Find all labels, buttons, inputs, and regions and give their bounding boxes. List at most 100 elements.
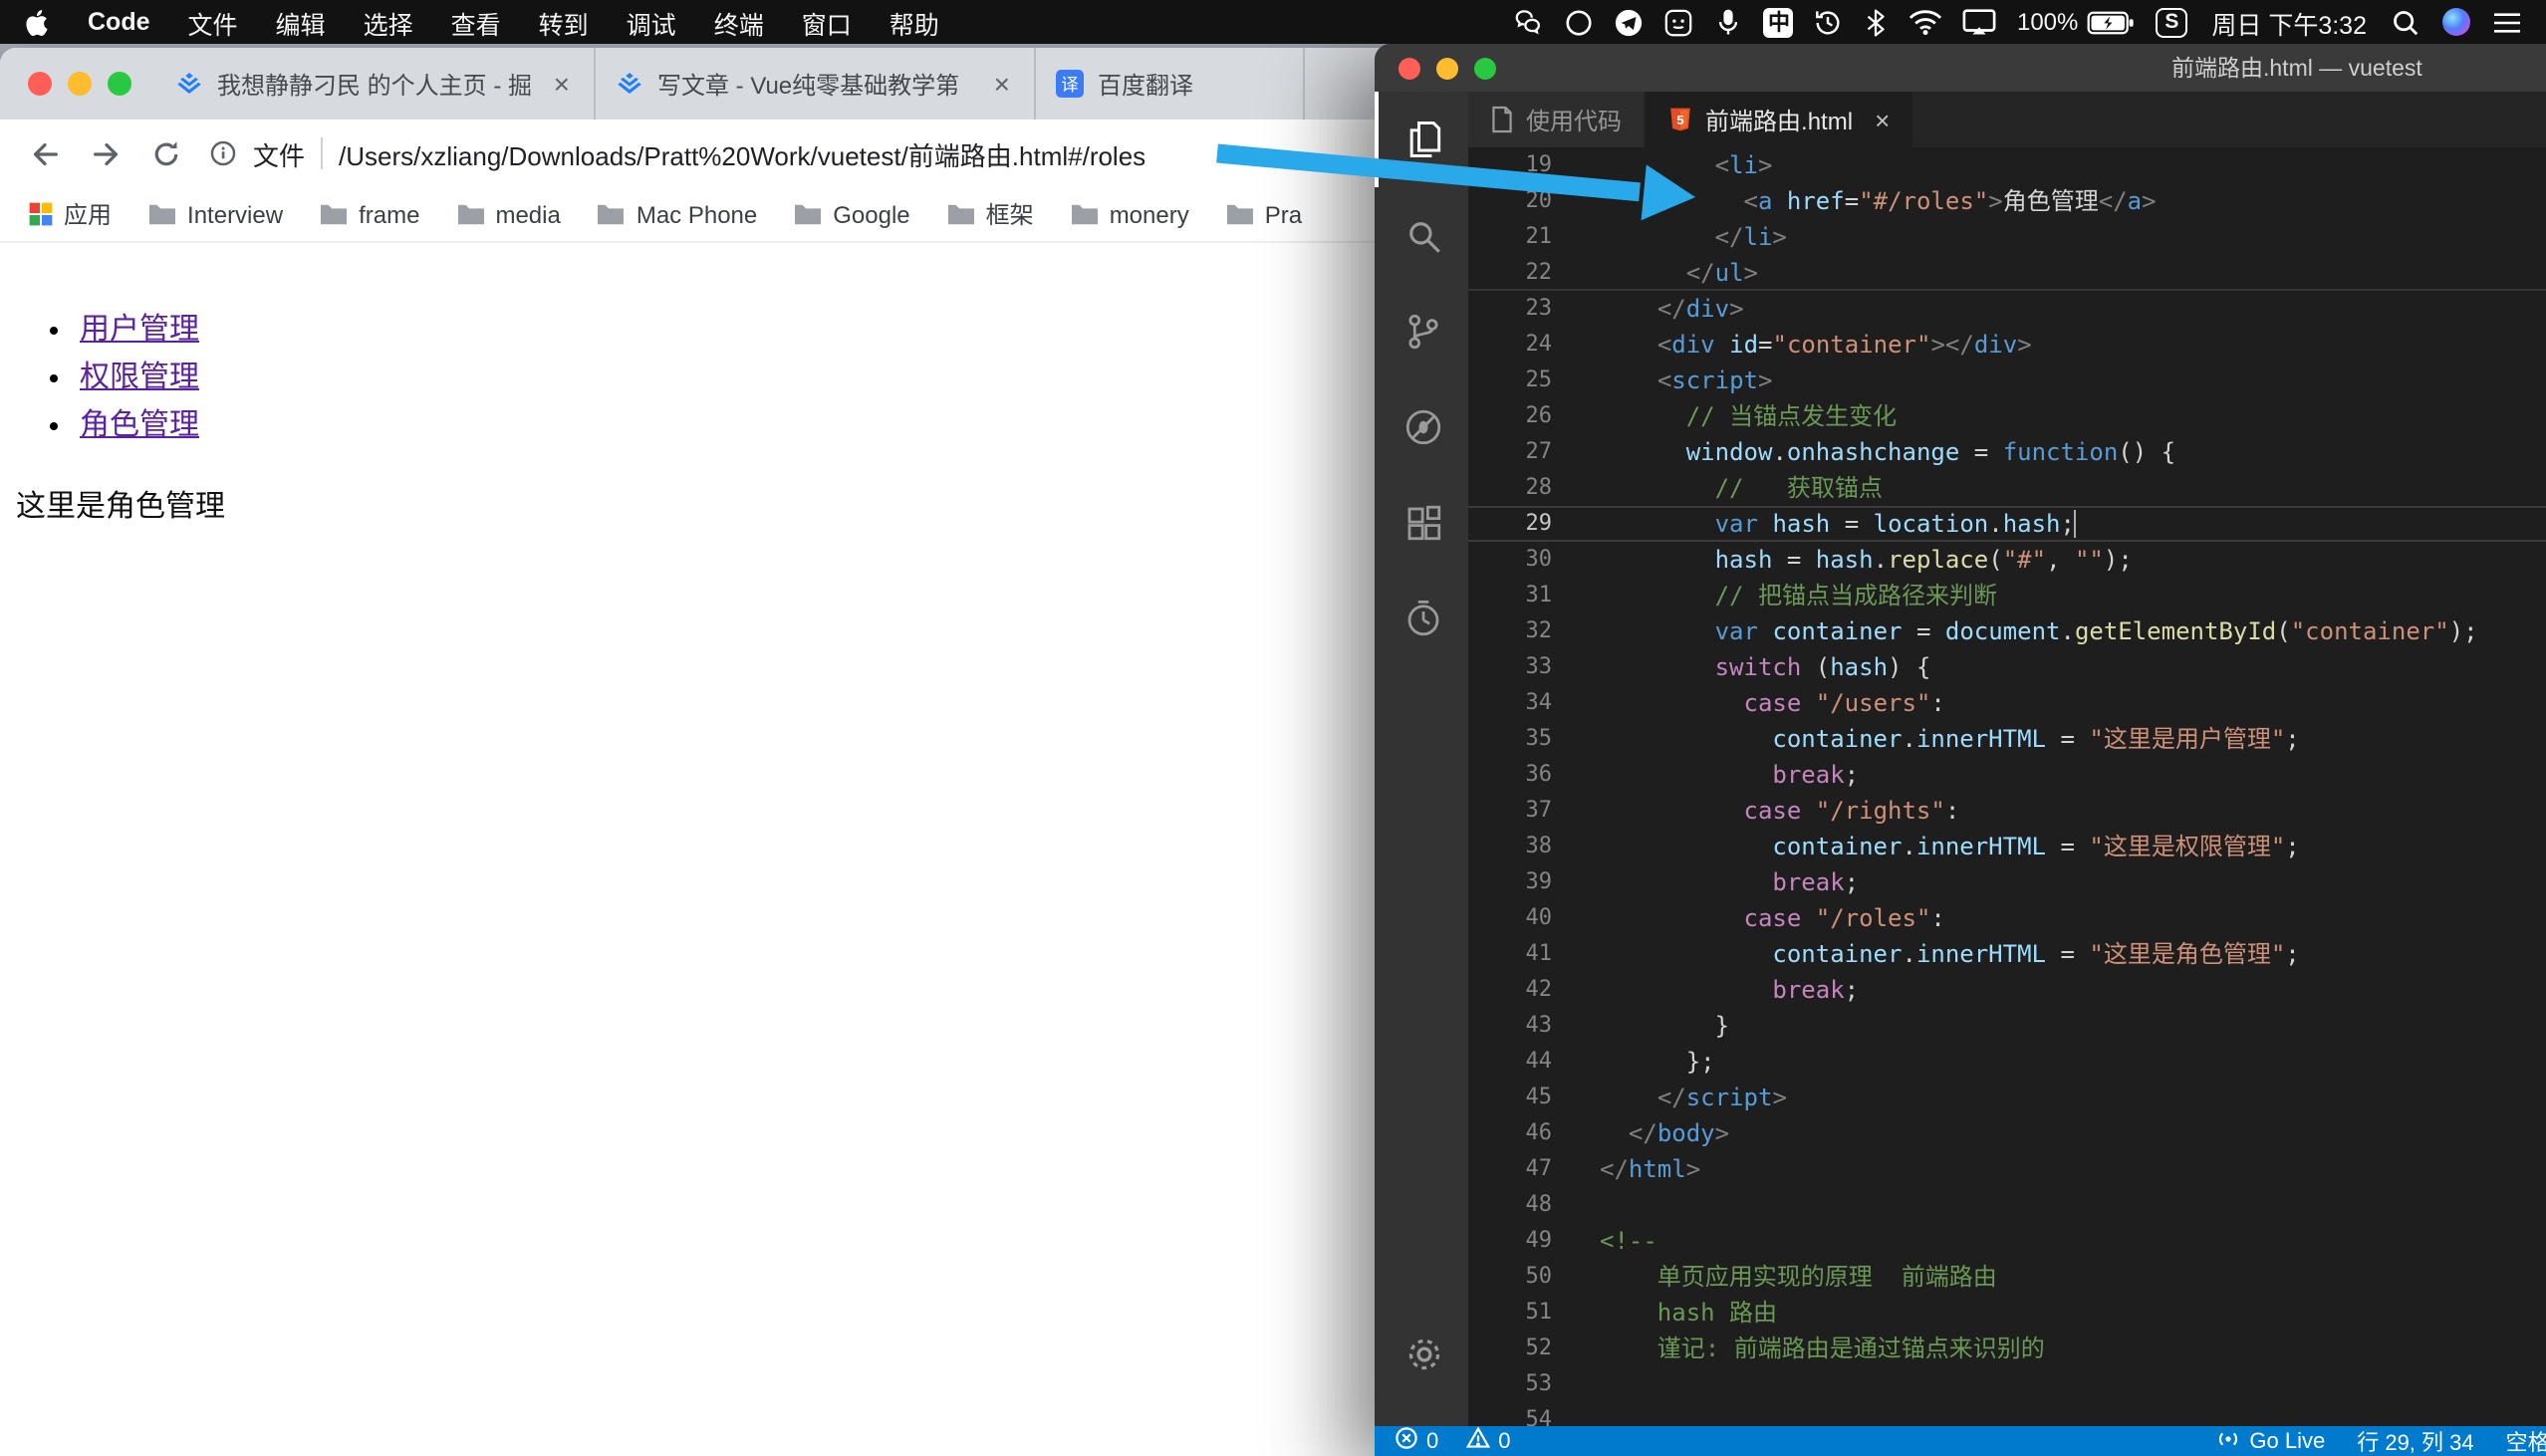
extensions-icon[interactable] <box>1375 474 1468 570</box>
code-line-51[interactable]: 51 hash 路由 <box>1468 1295 2546 1331</box>
route-link[interactable]: 权限管理 <box>80 361 199 394</box>
go-live-button[interactable]: Go Live <box>2215 1425 2325 1456</box>
menu-窗口[interactable]: 窗口 <box>802 3 852 41</box>
active-app-name[interactable]: Code <box>88 8 150 36</box>
menubar-clock[interactable]: 周日 下午3:32 <box>2211 3 2367 41</box>
code-line-43[interactable]: 43 } <box>1468 1008 2546 1044</box>
browser-tab[interactable]: 译百度翻译 <box>1036 48 1305 120</box>
code-line-47[interactable]: 47 </html> <box>1468 1151 2546 1187</box>
siri-icon[interactable] <box>2440 6 2472 38</box>
forward-icon[interactable] <box>90 136 124 170</box>
gear-icon[interactable] <box>1375 1307 1468 1402</box>
minimize-button[interactable] <box>68 72 92 96</box>
zoom-button[interactable] <box>1474 57 1496 79</box>
timer-icon[interactable] <box>1375 570 1468 665</box>
code-line-46[interactable]: 46 </body> <box>1468 1115 2546 1151</box>
code-line-39[interactable]: 39 break; <box>1468 864 2546 900</box>
code-line-36[interactable]: 36 break; <box>1468 757 2546 793</box>
tab-close-icon[interactable]: × <box>1875 105 1890 134</box>
code-line-33[interactable]: 33 switch (hash) { <box>1468 649 2546 685</box>
history-icon[interactable] <box>1814 7 1844 37</box>
code-line-42[interactable]: 42 break; <box>1468 972 2546 1008</box>
code-line-41[interactable]: 41 container.innerHTML = "这里是角色管理"; <box>1468 936 2546 972</box>
telegram-icon[interactable] <box>1615 7 1645 37</box>
circle-icon[interactable] <box>1565 7 1595 37</box>
tab-close-icon[interactable]: × <box>990 68 1014 100</box>
battery-indicator[interactable]: 100% <box>2017 8 2136 36</box>
problems-errors[interactable]: 0 <box>1395 1426 1438 1456</box>
code-line-48[interactable]: 48 <box>1468 1187 2546 1223</box>
bookmark-item[interactable]: 框架 <box>946 197 1034 231</box>
spotlight-icon[interactable] <box>2391 7 2420 37</box>
apple-menu-icon[interactable] <box>24 7 50 37</box>
menu-文件[interactable]: 文件 <box>188 3 238 41</box>
code-line-26[interactable]: 26 // 当锚点发生变化 <box>1468 398 2546 434</box>
code-line-49[interactable]: 49 <!-- <box>1468 1223 2546 1259</box>
code-line-40[interactable]: 40 case "/roles": <box>1468 900 2546 936</box>
input-method-icon[interactable]: 中 <box>1763 7 1794 37</box>
code-line-24[interactable]: 24 <div id="container"></div> <box>1468 327 2546 363</box>
menu-选择[interactable]: 选择 <box>364 3 413 41</box>
menu-终端[interactable]: 终端 <box>714 3 764 41</box>
bookmark-item[interactable]: monery <box>1070 200 1189 228</box>
back-icon[interactable] <box>28 136 62 170</box>
code-line-30[interactable]: 30 hash = hash.replace("#", ""); <box>1468 542 2546 578</box>
minimize-button[interactable] <box>1436 57 1458 79</box>
bookmark-item[interactable]: Google <box>793 200 910 228</box>
menu-调试[interactable]: 调试 <box>627 3 676 41</box>
code-line-31[interactable]: 31 // 把锚点当成路径来判断 <box>1468 578 2546 613</box>
code-line-25[interactable]: 25 <script> <box>1468 363 2546 398</box>
face-icon[interactable] <box>1664 7 1694 37</box>
browser-tab[interactable]: 写文章 - Vue纯零基础教学第 × <box>596 48 1036 120</box>
code-line-21[interactable]: 21 </li> <box>1468 219 2546 255</box>
editor-tab[interactable]: 使用代码 <box>1468 92 1647 147</box>
menu-帮助[interactable]: 帮助 <box>890 3 939 41</box>
code-line-20[interactable]: 20 <a href="#/roles">角色管理</a> <box>1468 183 2546 219</box>
menu-转到[interactable]: 转到 <box>539 3 589 41</box>
notification-center-icon[interactable] <box>2492 9 2522 35</box>
code-line-22[interactable]: 22 </ul> <box>1468 255 2546 291</box>
bookmark-item[interactable]: Interview <box>147 200 283 228</box>
menu-编辑[interactable]: 编辑 <box>276 3 326 41</box>
code-line-23[interactable]: 23 </div> <box>1468 291 2546 327</box>
indent-setting[interactable]: 空格: 4 <box>2506 1425 2546 1456</box>
bookmark-item[interactable]: Pra <box>1225 200 1302 228</box>
vscode-titlebar[interactable]: 前端路由.html — vuetest <box>1375 44 2546 92</box>
tab-close-icon[interactable]: × <box>550 68 574 100</box>
explorer-icon[interactable] <box>1375 92 1468 187</box>
wechat-icon[interactable] <box>1513 7 1545 37</box>
s-app-icon[interactable]: S <box>2156 7 2188 37</box>
code-line-37[interactable]: 37 case "/rights": <box>1468 793 2546 829</box>
code-line-27[interactable]: 27 window.onhashchange = function() { <box>1468 434 2546 470</box>
url-text[interactable]: /Users/xzliang/Downloads/Pratt%20Work/vu… <box>339 134 1146 172</box>
close-button[interactable] <box>28 72 52 96</box>
cursor-position[interactable]: 行 29, 列 34 <box>2357 1425 2473 1456</box>
info-icon[interactable] <box>209 139 237 167</box>
code-line-54[interactable]: 54 <box>1468 1402 2546 1426</box>
search-icon[interactable] <box>1375 187 1468 283</box>
code-line-44[interactable]: 44 }; <box>1468 1044 2546 1080</box>
code-editor[interactable]: 19 <li> 20 <a href="#/roles">角色管理</a> 21 <… <box>1468 147 2546 1426</box>
route-link[interactable]: 角色管理 <box>80 408 199 442</box>
bookmark-item[interactable]: Mac Phone <box>597 200 757 228</box>
menu-查看[interactable]: 查看 <box>451 3 501 41</box>
code-line-35[interactable]: 35 container.innerHTML = "这里是用户管理"; <box>1468 721 2546 757</box>
code-line-28[interactable]: 28 // 获取锚点 <box>1468 470 2546 506</box>
code-line-29[interactable]: 29 var hash = location.hash; <box>1468 506 2546 542</box>
code-line-19[interactable]: 19 <li> <box>1468 147 2546 183</box>
bluetooth-icon[interactable] <box>1864 7 1890 37</box>
zoom-button[interactable] <box>108 72 131 96</box>
display-icon[interactable] <box>1963 8 1997 36</box>
mic-icon[interactable] <box>1714 7 1744 37</box>
code-line-53[interactable]: 53 <box>1468 1366 2546 1402</box>
route-link[interactable]: 用户管理 <box>80 313 199 347</box>
wifi-icon[interactable] <box>1910 8 1943 36</box>
bookmark-item[interactable]: frame <box>319 200 419 228</box>
code-line-38[interactable]: 38 container.innerHTML = "这里是权限管理"; <box>1468 829 2546 864</box>
reload-icon[interactable] <box>151 138 181 168</box>
bookmark-item[interactable]: 应用 <box>28 197 112 231</box>
editor-tab[interactable]: 5 前端路由.html × <box>1646 92 1914 147</box>
browser-tab[interactable]: 我想静静刁民 的个人主页 - 掘 × <box>155 48 596 120</box>
code-line-52[interactable]: 52 谨记: 前端路由是通过锚点来识别的 <box>1468 1331 2546 1366</box>
code-line-50[interactable]: 50 单页应用实现的原理 前端路由 <box>1468 1259 2546 1295</box>
